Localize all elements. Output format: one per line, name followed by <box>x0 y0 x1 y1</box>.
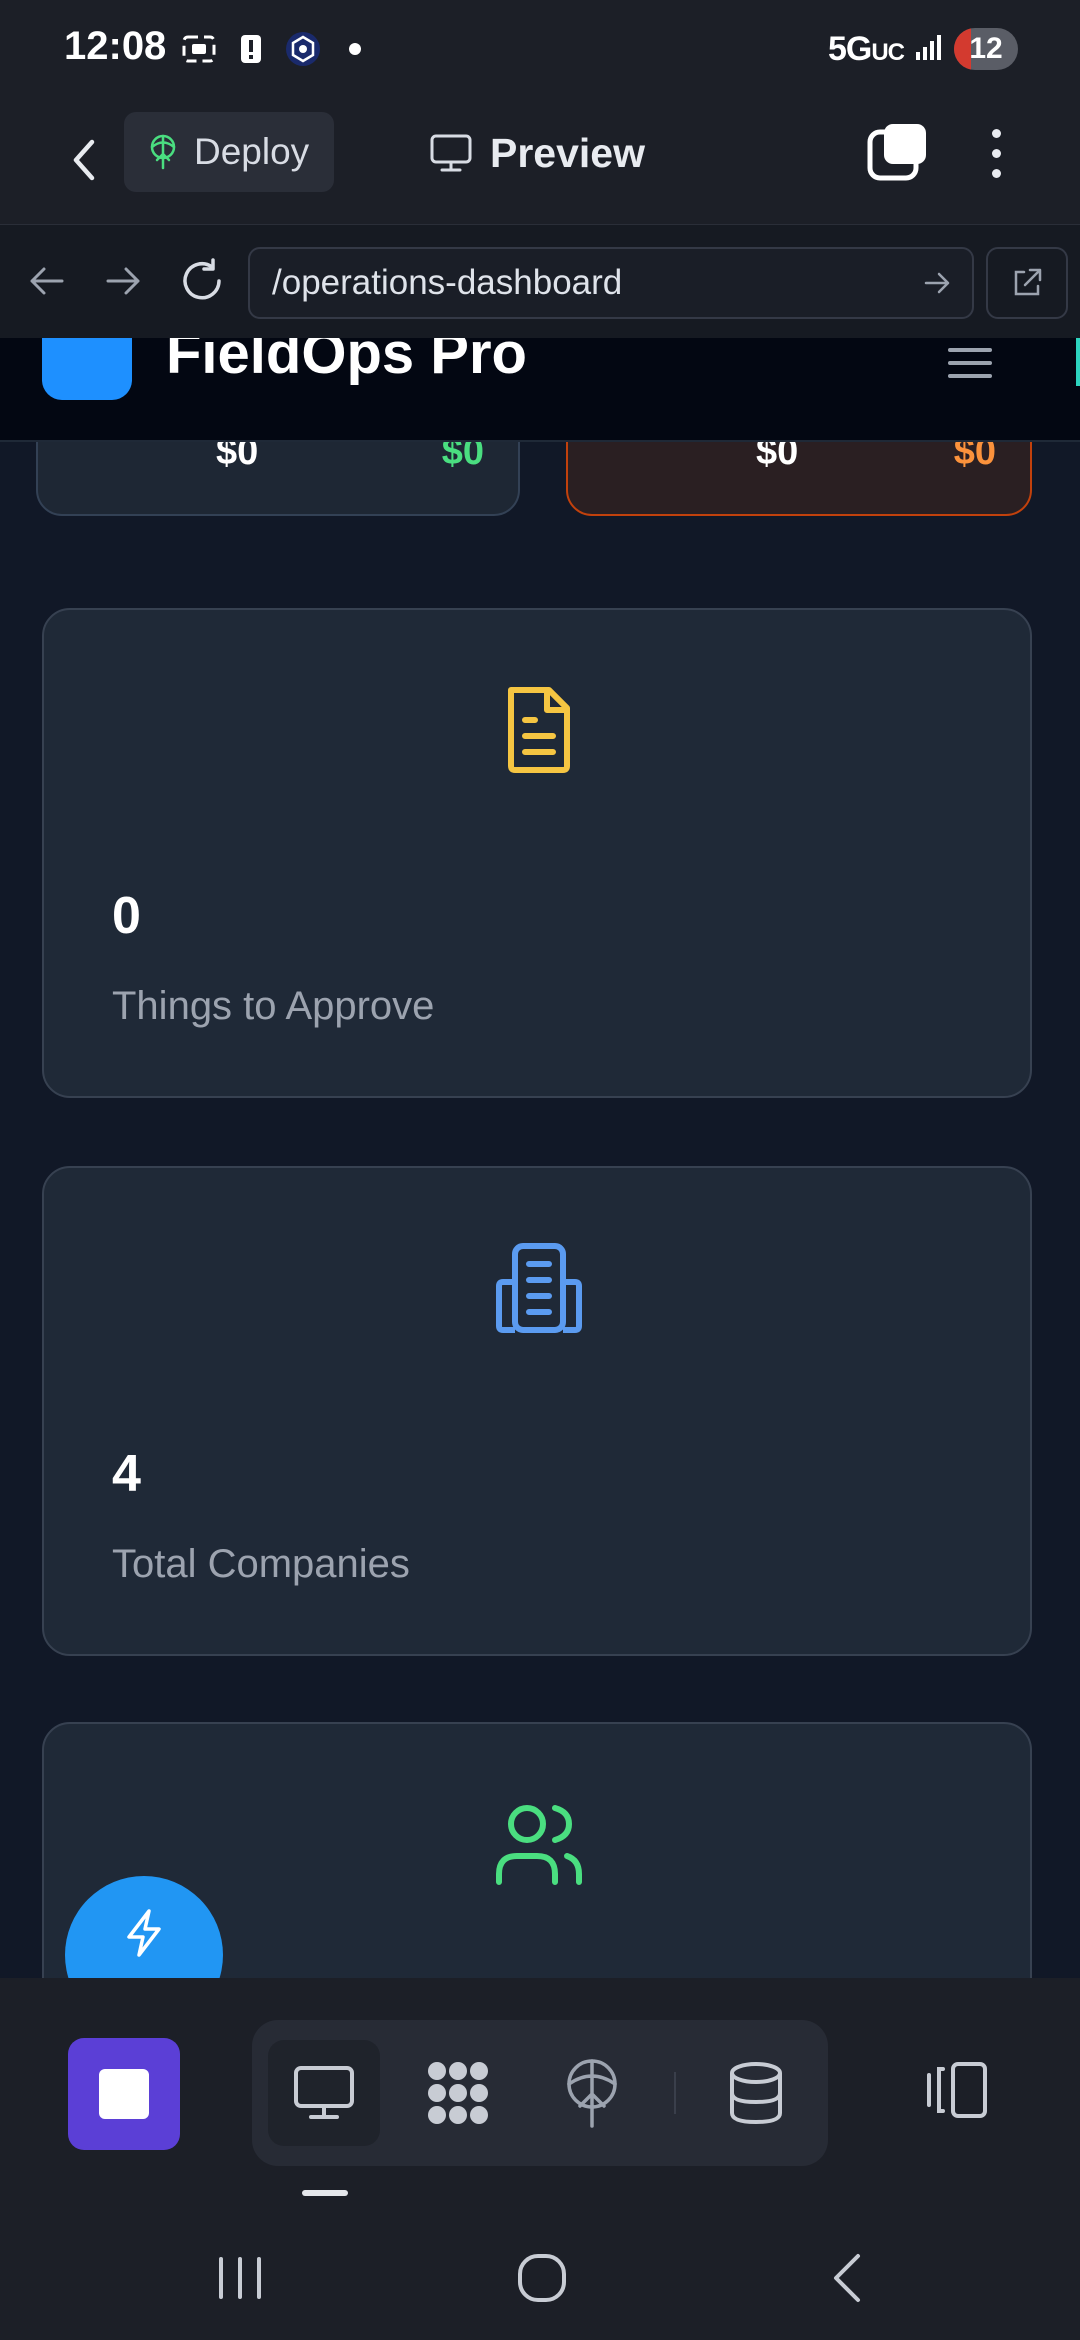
network-type: 5GUC <box>827 29 905 68</box>
stat-label: Things to Approve <box>112 984 435 1028</box>
preview-label: Preview <box>490 129 645 176</box>
deploy-label: Deploy <box>194 131 310 172</box>
split-layout-icon <box>927 2062 987 2118</box>
system-back-button[interactable] <box>818 2248 878 2308</box>
recents-icon <box>219 2257 261 2299</box>
reload-button[interactable] <box>176 255 228 307</box>
preview-tab[interactable]: Preview <box>430 120 645 186</box>
site-title: FieldOps Pro <box>166 338 527 386</box>
crypto-app-icon <box>284 30 322 68</box>
monitor-icon <box>294 2066 354 2119</box>
view-switcher <box>252 2020 828 2166</box>
open-external-button[interactable] <box>986 247 1068 319</box>
arrow-right-icon <box>106 267 140 295</box>
active-view-indicator <box>302 2190 348 2196</box>
tabs-button[interactable] <box>866 120 932 186</box>
stat-value: 4 <box>112 1445 141 1503</box>
screenshot-icon <box>180 30 218 68</box>
browser-back-button[interactable] <box>20 255 72 307</box>
stop-icon <box>99 2069 149 2119</box>
app-bar: Deploy Preview <box>0 100 1080 224</box>
site-header: FieldOps Pro <box>0 338 1080 442</box>
battery-indicator: 12 <box>954 28 1018 70</box>
back-chevron-icon <box>834 2254 860 2302</box>
system-navigation <box>0 2208 1080 2340</box>
reload-icon <box>183 258 221 300</box>
external-link-icon <box>1014 268 1042 296</box>
apps-grid-icon <box>428 2062 488 2124</box>
bottom-toolbar <box>0 1978 1080 2340</box>
monitor-icon <box>430 134 472 172</box>
back-button[interactable] <box>52 128 116 192</box>
lightning-icon <box>127 1909 161 1957</box>
more-notifications-dot <box>336 30 374 68</box>
database-icon <box>730 2062 782 2125</box>
home-icon <box>518 2254 566 2302</box>
database-view-button[interactable] <box>700 2040 812 2146</box>
home-button[interactable] <box>512 2248 572 2308</box>
system-indicators: 5GUC 12 <box>828 28 1018 70</box>
stop-button[interactable] <box>68 2038 180 2150</box>
status-time: 12:08 <box>64 24 167 68</box>
scroll-indicator <box>1076 338 1080 386</box>
toolbar-divider <box>674 2072 676 2114</box>
status-bar: 12:08 5GUC 12 <box>0 0 1080 100</box>
notification-icons <box>180 30 374 68</box>
signal-icon <box>914 32 944 67</box>
menu-icon[interactable] <box>948 348 992 378</box>
browser-nav-bar: /operations-dashboard <box>0 224 1080 338</box>
building-icon <box>496 1243 582 1333</box>
preview-view-button[interactable] <box>268 2040 380 2146</box>
layout-toggle-button[interactable] <box>918 2040 994 2140</box>
document-icon <box>508 687 570 773</box>
deploy-tree-icon <box>567 2059 617 2128</box>
users-icon <box>496 1805 582 1885</box>
stat-card-approvals[interactable]: 0 Things to Approve <box>42 608 1032 1098</box>
deploy-icon <box>150 134 176 170</box>
site-logo[interactable] <box>42 338 132 400</box>
deployments-view-button[interactable] <box>536 2040 648 2146</box>
deploy-button[interactable]: Deploy <box>124 112 334 192</box>
recents-button[interactable] <box>210 2248 270 2308</box>
stat-card-companies[interactable]: 4 Total Companies <box>42 1166 1032 1656</box>
stat-value: 0 <box>112 887 141 945</box>
chevron-left-icon <box>73 139 95 181</box>
more-options-button[interactable] <box>966 120 1026 186</box>
stat-label: Total Companies <box>112 1542 410 1586</box>
tabs-icon <box>867 124 926 181</box>
arrow-left-icon <box>30 267 64 295</box>
url-text: /operations-dashboard <box>272 263 623 302</box>
go-arrow-icon[interactable] <box>918 263 958 303</box>
browser-forward-button[interactable] <box>98 255 150 307</box>
alert-icon <box>232 30 270 68</box>
web-preview[interactable]: $0 $0 $0 $0 0 Things to Approve 4 Total … <box>0 338 1080 1978</box>
apps-view-button[interactable] <box>402 2040 514 2146</box>
url-input[interactable]: /operations-dashboard <box>248 247 974 319</box>
